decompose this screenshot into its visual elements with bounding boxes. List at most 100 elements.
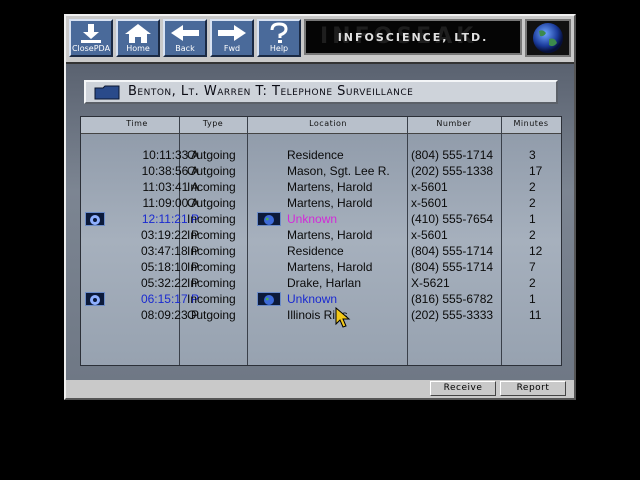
time-cell: 12:11:21 P bbox=[141, 212, 199, 226]
column-header-minutes: Minutes bbox=[513, 119, 549, 128]
time-cell: 05:32:22 P bbox=[140, 276, 199, 290]
number-cell: x-5601 bbox=[411, 196, 448, 210]
pda-window: ClosePDA Home Back Fwd Help INFOSEAK INF… bbox=[64, 14, 576, 400]
location-cell: Unknown bbox=[287, 292, 338, 306]
number-cell: X-5621 bbox=[411, 276, 450, 290]
time-cell: 03:47:18 P bbox=[140, 244, 199, 258]
type-cell: Incoming bbox=[187, 260, 236, 274]
report-button[interactable]: Report bbox=[500, 381, 566, 396]
table-row[interactable]: 05:32:22 P Incoming Drake, Harlan X-5621 2 bbox=[81, 275, 561, 291]
number-cell: (804) 555-1714 bbox=[411, 244, 494, 258]
type-cell: Incoming bbox=[187, 292, 236, 306]
table-row[interactable]: 11:09:00 A Outgoing Martens, Harold x-5601 2 bbox=[81, 195, 561, 211]
type-cell: Incoming bbox=[187, 180, 236, 194]
time-cell: 11:09:00 A bbox=[142, 196, 200, 210]
globe-icon bbox=[533, 23, 563, 53]
forward-arrow-icon bbox=[218, 25, 246, 41]
table-row[interactable]: 12:11:21 P Incoming Unknown (410) 555-7654 1 bbox=[81, 211, 561, 227]
type-cell: Incoming bbox=[187, 228, 236, 242]
number-cell: (804) 555-1714 bbox=[411, 148, 494, 162]
location-cell: Residence bbox=[287, 148, 344, 162]
table-row[interactable]: 08:09:23 P Outgoing Illinois Ribs (202) 555… bbox=[81, 307, 561, 323]
number-cell: (202) 555-3333 bbox=[411, 308, 494, 322]
help-label: Help bbox=[269, 44, 289, 53]
location-cell: Residence bbox=[287, 244, 344, 258]
minutes-cell: 3 bbox=[529, 148, 536, 162]
number-cell: (410) 555-7654 bbox=[411, 212, 494, 226]
help-button[interactable]: Help bbox=[257, 19, 301, 57]
minutes-cell: 2 bbox=[529, 196, 536, 210]
location-cell: Unknown bbox=[287, 212, 338, 226]
globe-button[interactable] bbox=[525, 19, 571, 57]
back-arrow-icon bbox=[171, 25, 199, 41]
bottom-bar: Receive Report bbox=[66, 380, 574, 398]
number-cell: (816) 555-6782 bbox=[411, 292, 494, 306]
brand-banner: INFOSEAK InfoScience, Ltd. bbox=[304, 19, 522, 55]
minutes-cell: 17 bbox=[529, 164, 543, 178]
column-header-type: Type bbox=[202, 119, 224, 128]
brand-name: InfoScience, Ltd. bbox=[337, 30, 489, 44]
table-row[interactable]: 03:47:18 P Incoming Residence (804) 555-171… bbox=[81, 243, 561, 259]
forward-button[interactable]: Fwd bbox=[210, 19, 254, 57]
number-cell: (202) 555-1338 bbox=[411, 164, 494, 178]
home-label: Home bbox=[126, 44, 150, 53]
back-label: Back bbox=[175, 44, 195, 53]
minutes-cell: 11 bbox=[529, 308, 542, 322]
location-cell: Martens, Harold bbox=[287, 260, 373, 274]
table-row[interactable]: 05:18:10 P Incoming Martens, Harold (804) 5… bbox=[81, 259, 561, 275]
location-cell: Mason, Sgt. Lee R. bbox=[287, 164, 390, 178]
type-cell: Incoming bbox=[187, 244, 236, 258]
close-pda-button[interactable]: ClosePDA bbox=[69, 19, 113, 57]
globe-icon[interactable] bbox=[257, 212, 281, 226]
minutes-cell: 1 bbox=[529, 212, 536, 226]
toolbar: ClosePDA Home Back Fwd Help INFOSEAK INF… bbox=[66, 16, 574, 60]
location-cell: Martens, Harold bbox=[287, 196, 373, 210]
receive-button[interactable]: Receive bbox=[430, 381, 496, 396]
home-icon bbox=[125, 24, 151, 43]
column-header-time: Time bbox=[126, 119, 148, 128]
record-title: Benton, Lt. Warren T: Telephone Surveill… bbox=[128, 84, 414, 99]
location-cell: Martens, Harold bbox=[287, 228, 373, 242]
table-header: Time Type Location Number Minutes bbox=[81, 117, 561, 134]
time-cell: 08:09:23 P bbox=[140, 308, 199, 322]
minutes-cell: 2 bbox=[529, 228, 536, 242]
minutes-cell: 2 bbox=[529, 180, 536, 194]
minutes-cell: 7 bbox=[529, 260, 536, 274]
number-cell: (804) 555-1714 bbox=[411, 260, 494, 274]
main-panel: Benton, Lt. Warren T: Telephone Surveill… bbox=[66, 62, 574, 380]
record-title-bar: Benton, Lt. Warren T: Telephone Surveill… bbox=[84, 80, 558, 104]
column-header-number: Number bbox=[436, 119, 472, 128]
time-cell: 03:19:22 P bbox=[140, 228, 199, 242]
time-cell: 06:15:17 P bbox=[140, 292, 199, 306]
call-log-table: Time Type Location Number Minutes 10:11:… bbox=[80, 116, 562, 366]
table-row[interactable]: 10:38:56 A Outgoing Mason, Sgt. Lee R. (202… bbox=[81, 163, 561, 179]
table-row[interactable]: 03:19:22 P Incoming Martens, Harold x-5601 2 bbox=[81, 227, 561, 243]
back-button[interactable]: Back bbox=[163, 19, 207, 57]
close-pda-label: ClosePDA bbox=[71, 44, 111, 53]
home-button[interactable]: Home bbox=[116, 19, 160, 57]
time-cell: 10:11:33 A bbox=[142, 148, 200, 162]
type-cell: Incoming bbox=[187, 276, 236, 290]
time-cell: 10:38:56 A bbox=[141, 164, 199, 178]
type-cell: Outgoing bbox=[187, 148, 236, 162]
globe-icon[interactable] bbox=[257, 292, 281, 306]
table-row[interactable]: 10:11:33 A Outgoing Residence (804) 555-171… bbox=[81, 147, 561, 163]
table-row[interactable]: 06:15:17 P Incoming Unknown (816) 555-6782 1 bbox=[81, 291, 561, 307]
type-cell: Outgoing bbox=[187, 308, 236, 322]
location-cell: Drake, Harlan bbox=[287, 276, 362, 290]
type-cell: Incoming bbox=[187, 212, 236, 226]
mouse-pointer-icon bbox=[335, 307, 351, 328]
help-icon bbox=[270, 22, 288, 43]
ear-icon[interactable] bbox=[85, 292, 105, 306]
time-cell: 05:18:10 P bbox=[140, 260, 199, 274]
column-header-location: Location bbox=[309, 119, 347, 128]
folder-icon bbox=[94, 85, 120, 100]
location-cell: Martens, Harold bbox=[287, 180, 373, 194]
close-pda-icon bbox=[81, 24, 101, 43]
ear-icon[interactable] bbox=[85, 212, 105, 226]
number-cell: x-5601 bbox=[411, 180, 448, 194]
type-cell: Outgoing bbox=[187, 196, 236, 210]
minutes-cell: 2 bbox=[529, 276, 536, 290]
table-row[interactable]: 11:03:41 A Incoming Martens, Harold x-5601 2 bbox=[81, 179, 561, 195]
number-cell: x-5601 bbox=[411, 228, 448, 242]
